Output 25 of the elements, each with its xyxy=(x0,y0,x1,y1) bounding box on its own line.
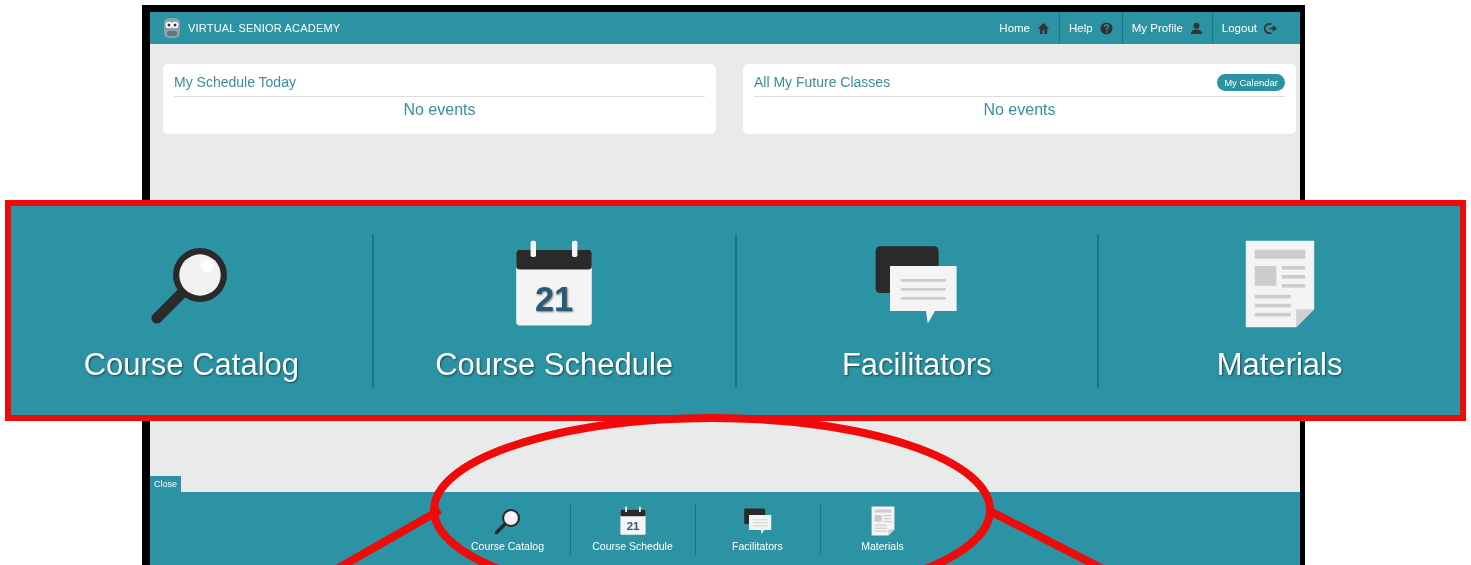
dock-item[interactable]: Course Catalog xyxy=(11,238,372,383)
calendar-button[interactable]: My Calendar xyxy=(1217,73,1285,91)
dock-item[interactable]: Course Catalog xyxy=(445,505,570,552)
nav-link[interactable]: Logout xyxy=(1211,12,1286,44)
empty-message: No events xyxy=(982,100,1057,119)
dock-item[interactable]: Materials xyxy=(820,505,945,552)
nav-link[interactable]: My Profile xyxy=(1121,12,1212,44)
card-title: All My Future Classes xyxy=(754,74,891,90)
speech-bubbles-icon xyxy=(742,505,773,536)
owl-logo-icon xyxy=(162,16,182,40)
nav-link[interactable]: Help xyxy=(1059,12,1122,44)
card-title: My Schedule Today xyxy=(174,74,296,90)
dock-item[interactable]: 21 Course Schedule xyxy=(570,505,695,552)
person-icon xyxy=(1189,21,1203,35)
help-icon xyxy=(1099,21,1113,35)
nav-link[interactable]: Home xyxy=(990,12,1060,44)
logout-icon xyxy=(1264,21,1277,35)
dock-item[interactable]: 21 Course Schedule xyxy=(373,238,735,383)
home-icon xyxy=(1037,21,1051,35)
dock-item[interactable]: Materials xyxy=(1099,238,1460,383)
empty-message: No events xyxy=(402,100,477,119)
dock-item[interactable]: Facilitators xyxy=(736,238,1098,383)
site-title: VIRTUAL SENIOR ACADEMY xyxy=(188,22,341,34)
close-tab[interactable]: Close xyxy=(150,476,181,492)
dock-item[interactable]: Facilitators xyxy=(695,505,820,552)
